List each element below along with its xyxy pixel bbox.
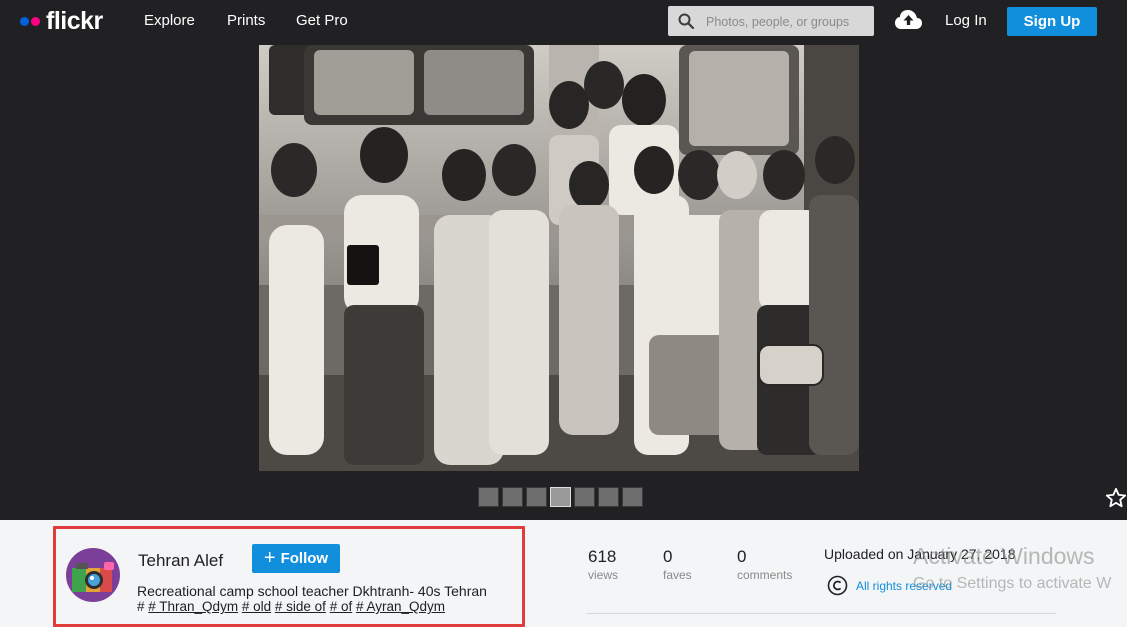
nav-get-pro[interactable]: Get Pro (296, 12, 348, 29)
logo-blue-dot (20, 16, 29, 26)
signup-button[interactable]: Sign Up (1007, 7, 1097, 36)
flickr-logo[interactable]: flickr (20, 6, 103, 36)
tag-link[interactable]: # side of (275, 599, 326, 614)
activate-windows-watermark: Activate Windows Go to Settings to activ… (913, 542, 1111, 598)
comments-count: 0 (737, 547, 747, 566)
plus-icon: + (263, 546, 276, 569)
tag-link[interactable]: # Thran_Qdym (148, 599, 238, 614)
search-box[interactable] (668, 6, 874, 36)
faves-label: faves (663, 568, 692, 582)
photo-info: Tehran Alef + Follow Recreational camp s… (0, 520, 1127, 627)
thumbnail[interactable] (526, 487, 547, 507)
login-link[interactable]: Log In (945, 12, 987, 29)
copyright-icon (827, 575, 848, 596)
follow-label: Follow (280, 550, 329, 567)
tag-link[interactable]: # Ayran_Qdym (356, 599, 445, 614)
main-photo[interactable] (259, 45, 859, 471)
watermark-title: Activate Windows (913, 543, 1095, 569)
top-nav: flickr Explore Prints Get Pro Log In Sig… (0, 0, 1127, 43)
follow-button[interactable]: + Follow (252, 544, 340, 573)
views-stat: 618 views (588, 547, 618, 582)
nav-prints[interactable]: Prints (227, 12, 265, 29)
owner-name[interactable]: Tehran Alef (138, 551, 223, 571)
faves-stat: 0 faves (663, 547, 692, 582)
tag-link[interactable]: # old (242, 599, 271, 614)
thumbnail[interactable] (478, 487, 499, 507)
logo-pink-dot (31, 16, 40, 26)
thumbnail[interactable] (622, 487, 643, 507)
thumbnail[interactable] (574, 487, 595, 507)
views-count: 618 (588, 547, 617, 566)
comments-stat: 0 comments (737, 547, 792, 582)
logo-text: flickr (46, 6, 103, 35)
search-icon (678, 13, 694, 29)
watermark-subtitle: Go to Settings to activate W (913, 575, 1112, 592)
upload-cloud-icon[interactable] (894, 9, 923, 36)
views-label: views (588, 568, 619, 582)
thumbnail-current[interactable] (550, 487, 571, 507)
nav-explore[interactable]: Explore (144, 12, 195, 29)
star-icon[interactable] (1105, 487, 1127, 514)
search-input[interactable] (704, 10, 870, 34)
avatar[interactable] (66, 548, 120, 602)
divider (587, 613, 1056, 614)
comments-label: comments (737, 568, 793, 582)
thumbnail[interactable] (598, 487, 619, 507)
owner-highlight-box: Tehran Alef + Follow Recreational camp s… (53, 526, 525, 627)
photo-tags: # # Thran_Qdym # old # side of # of # Ay… (137, 599, 445, 614)
tag-link[interactable]: # of (330, 599, 353, 614)
photo-description: Recreational camp school teacher Dkhtran… (137, 583, 487, 599)
thumbnail[interactable] (502, 487, 523, 507)
tags-prefix: # (137, 599, 149, 614)
faves-count: 0 (663, 547, 673, 566)
photostream-thumbnails (478, 487, 643, 507)
photo-viewer (0, 43, 1127, 520)
